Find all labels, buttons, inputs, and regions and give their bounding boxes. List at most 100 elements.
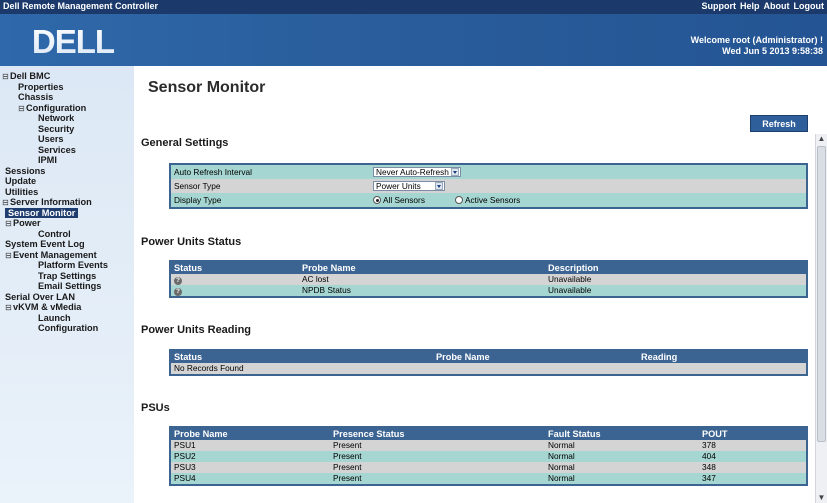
sidebar-item[interactable]: IPMI (0, 155, 134, 166)
top-links: Support Help About Logout (697, 1, 824, 11)
table-row: ? AC lost Unavailable (171, 274, 806, 285)
sidebar-item[interactable]: Utilities (0, 187, 134, 198)
sidebar-item[interactable]: ⊟Dell BMC (0, 71, 134, 82)
sidebar-item-label: Services (38, 144, 76, 155)
col-presence-status: Presence Status (333, 429, 405, 439)
scroll-up-icon[interactable]: ▲ (816, 134, 827, 144)
sidebar-item-label: Security (38, 123, 75, 134)
active-sensors-label: Active Sensors (465, 195, 521, 205)
auto-refresh-select[interactable]: Never Auto-Refresh (373, 167, 461, 177)
presence-status: Present (333, 440, 362, 450)
sidebar-item[interactable]: Serial Over LAN (0, 292, 134, 303)
psus-table: Probe Name Presence Status Fault Status … (169, 426, 808, 486)
col-probe-name: Probe Name (302, 263, 356, 273)
power-units-status-title: Power Units Status (141, 236, 242, 248)
sidebar-item[interactable]: Users (0, 134, 134, 145)
col-probe-name: Probe Name (436, 352, 490, 362)
logout-link[interactable]: Logout (794, 1, 825, 11)
sidebar-item[interactable]: System Event Log (0, 239, 134, 250)
sidebar-item-label: Sessions (5, 165, 46, 176)
sidebar-item[interactable]: Trap Settings (0, 271, 134, 282)
sensor-type-select[interactable]: Power Units (373, 181, 445, 191)
question-icon: ? (174, 285, 182, 296)
psu-name: PSU4 (174, 473, 196, 483)
table-row: No Records Found (171, 363, 806, 374)
chevron-down-icon (435, 182, 443, 190)
sidebar-item[interactable]: Properties (0, 82, 134, 93)
col-pout: POUT (702, 429, 728, 439)
sidebar-item[interactable]: ⊟Power (0, 218, 134, 229)
sidebar-item[interactable]: Control (0, 229, 134, 240)
about-link[interactable]: About (764, 1, 790, 11)
table-row: PSU4 Present Normal 347 (171, 473, 806, 484)
table-header: Status Probe Name Reading (171, 351, 806, 363)
dell-logo: DELL (32, 23, 116, 60)
sidebar-item[interactable]: ⊟Configuration (0, 103, 134, 114)
collapse-toggle-icon[interactable]: ⊟ (2, 72, 10, 83)
col-status: Status (174, 352, 203, 362)
sidebar-item[interactable]: ⊟vKVM & vMedia (0, 302, 134, 313)
scroll-down-icon[interactable]: ▼ (816, 493, 827, 503)
sidebar-item[interactable]: Chassis (0, 92, 134, 103)
collapse-toggle-icon[interactable]: ⊟ (2, 198, 10, 209)
psu-name: PSU2 (174, 451, 196, 461)
table-row: PSU3 Present Normal 348 (171, 462, 806, 473)
sidebar-item[interactable]: Update (0, 176, 134, 187)
sidebar-item[interactable]: Launch (0, 313, 134, 324)
sidebar-item-label: Serial Over LAN (5, 291, 75, 302)
sidebar-item-label: Platform Events (38, 260, 108, 270)
main-content: Sensor Monitor Refresh General Settings … (134, 66, 815, 503)
sidebar-item[interactable]: ⊟Server Information (0, 197, 134, 208)
collapse-toggle-icon[interactable]: ⊟ (5, 219, 13, 230)
sidebar-item-label: Configuration (38, 323, 99, 333)
sidebar-item[interactable]: Sessions (0, 166, 134, 177)
active-sensors-radio[interactable]: Active Sensors (455, 193, 520, 207)
general-settings-title: General Settings (141, 137, 229, 149)
sidebar-item-label: Event Management (13, 249, 97, 260)
power-units-reading-table: Status Probe Name Reading No Records Fou… (169, 349, 808, 376)
collapse-toggle-icon[interactable]: ⊟ (18, 104, 26, 115)
sidebar-item[interactable]: Platform Events (0, 260, 134, 271)
sidebar-item[interactable]: Network (0, 113, 134, 124)
col-fault-status: Fault Status (548, 429, 601, 439)
support-link[interactable]: Support (701, 1, 736, 11)
presence-status: Present (333, 451, 362, 461)
help-link[interactable]: Help (740, 1, 760, 11)
pout: 404 (702, 451, 716, 461)
sidebar-item[interactable]: Sensor Monitor (0, 207, 134, 219)
welcome-panel: Welcome root (Administrator) ! Wed Jun 5… (691, 35, 823, 57)
refresh-button[interactable]: Refresh (750, 115, 808, 132)
sidebar-item-label: Trap Settings (38, 270, 97, 281)
sidebar-item-label: Control (38, 228, 71, 239)
sidebar-item-label: Dell BMC (10, 71, 51, 81)
display-type-row: Display Type All Sensors Active Sensors (171, 193, 806, 207)
collapse-toggle-icon[interactable]: ⊟ (5, 303, 13, 314)
sidebar-item[interactable]: ⊟Event Management (0, 250, 134, 261)
auto-refresh-label: Auto Refresh Interval (174, 167, 252, 177)
vertical-scrollbar[interactable]: ▲ ▼ (815, 134, 827, 503)
sidebar-item[interactable]: Security (0, 124, 134, 135)
collapse-toggle-icon[interactable]: ⊟ (5, 251, 13, 262)
auto-refresh-row: Auto Refresh Interval Never Auto-Refresh (171, 165, 806, 179)
fault-status: Normal (548, 473, 575, 483)
sidebar-item-label: Email Settings (38, 281, 102, 291)
datetime-text: Wed Jun 5 2013 9:58:38 (722, 46, 823, 56)
probe-name: NPDB Status (302, 285, 351, 295)
psu-name: PSU3 (174, 462, 196, 472)
all-sensors-radio[interactable]: All Sensors (373, 193, 425, 207)
page-title: Sensor Monitor (148, 79, 266, 96)
pout: 347 (702, 473, 716, 483)
sidebar-item[interactable]: Configuration (0, 323, 134, 334)
empty-message: No Records Found (174, 363, 244, 373)
question-icon: ? (174, 274, 182, 285)
scrollbar-thumb[interactable] (817, 146, 826, 442)
probe-name: AC lost (302, 274, 329, 284)
sidebar-item[interactable]: Email Settings (0, 281, 134, 292)
header-banner: DELL Welcome root (Administrator) ! Wed … (0, 14, 827, 66)
sidebar-item[interactable]: Services (0, 145, 134, 156)
table-row: PSU2 Present Normal 404 (171, 451, 806, 462)
chevron-down-icon (451, 168, 459, 176)
sidebar-item-label: Network (38, 113, 75, 123)
table-row: PSU1 Present Normal 378 (171, 440, 806, 451)
sidebar-item-label: Utilities (5, 186, 39, 197)
